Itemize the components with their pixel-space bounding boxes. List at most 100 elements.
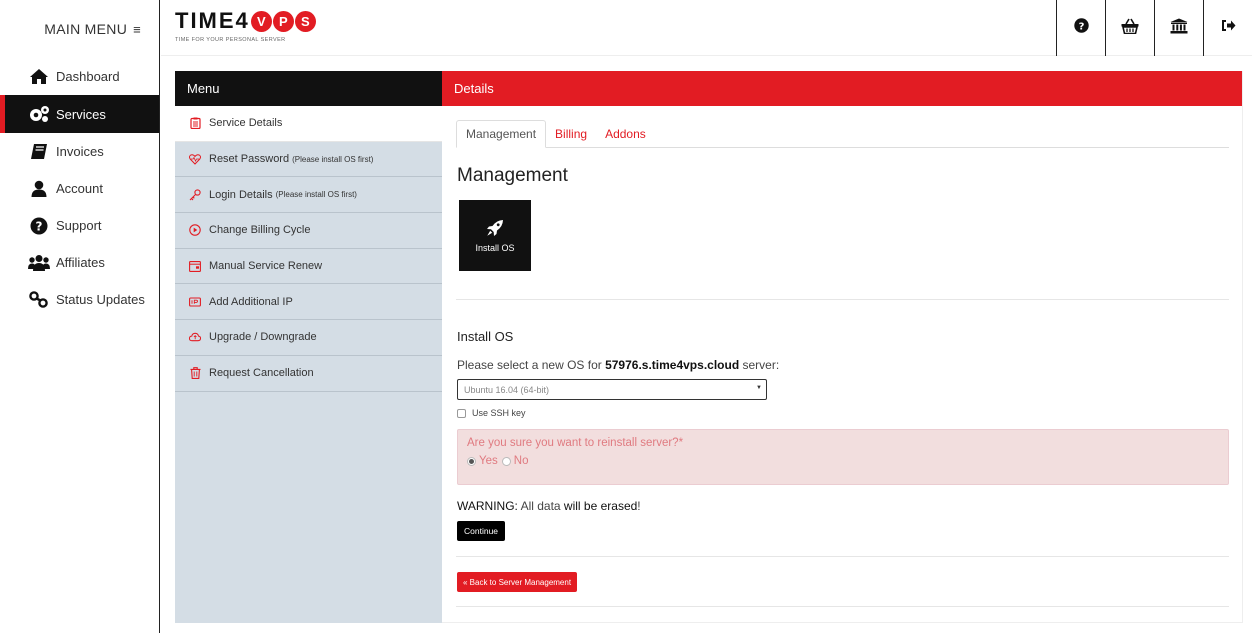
menu-item-change-billing-cycle[interactable]: Change Billing Cycle <box>175 213 442 249</box>
main-sidebar: MAIN MENU ≡ Dashboard Services Invoices … <box>0 0 160 633</box>
tab-management[interactable]: Management <box>456 120 547 148</box>
menu-item-label: Request Cancellation <box>209 367 314 380</box>
cycle-icon <box>189 224 201 237</box>
svg-text:?: ? <box>1078 22 1084 33</box>
billing-button[interactable] <box>1154 0 1203 56</box>
sidebar-item-label: Services <box>56 106 106 122</box>
ssh-key-option: Use SSH key <box>457 408 526 418</box>
trash-icon <box>189 367 201 380</box>
sidebar-item-account[interactable]: Account <box>0 170 159 207</box>
key-icon <box>189 189 201 201</box>
hamburger-icon: ≡ <box>133 21 141 37</box>
sidebar-item-dashboard[interactable]: Dashboard <box>0 58 159 95</box>
logo-letter-p: P <box>272 10 294 32</box>
service-menu-title: Menu <box>175 71 442 106</box>
yes-radio[interactable] <box>467 456 476 466</box>
help-button[interactable]: ? <box>1056 0 1105 56</box>
menu-item-label: Manual Service Renew <box>209 260 323 273</box>
top-header: TIME4 V P S TIME FOR YOUR PERSONAL SERVE… <box>161 0 1252 56</box>
logout-button[interactable] <box>1203 0 1252 56</box>
time4vps-logo[interactable]: TIME4 V P S TIME FOR YOUR PERSONAL SERVE… <box>175 8 316 43</box>
menu-item-label: Add Additional IP <box>209 295 293 308</box>
os-select[interactable]: Ubuntu 16.04 (64-bit) ▼ <box>457 379 767 400</box>
menu-item-note: (Please install OS first) <box>275 190 357 200</box>
service-menu-panel: Menu Service Details Reset Password (Ple… <box>175 71 442 623</box>
logo-tagline: TIME FOR YOUR PERSONAL SERVER <box>175 37 286 43</box>
warning-middle: All data <box>517 499 564 513</box>
confirm-radios: Yes No <box>467 455 1219 467</box>
user-icon <box>28 180 50 198</box>
back-to-server-management-button[interactable]: « Back to Server Management <box>457 572 578 592</box>
gears-icon <box>28 105 50 123</box>
menu-item-login-details[interactable]: Login Details (Please install OS first) <box>175 177 442 214</box>
os-select-value: Ubuntu 16.04 (64-bit) <box>464 384 550 395</box>
header-actions: ? <box>1056 0 1252 56</box>
install-os-button[interactable]: Install OS <box>459 200 531 271</box>
no-radio[interactable] <box>501 456 511 466</box>
warning-suffix: ! <box>637 499 641 513</box>
install-os-section-title: Install OS <box>457 329 514 344</box>
menu-item-label: Change Billing Cycle <box>209 224 311 237</box>
sidebar-item-label: Affiliates <box>56 255 105 270</box>
menu-item-reset-password[interactable]: Reset Password (Please install OS first) <box>175 142 442 178</box>
sidebar-item-label: Status Updates <box>56 292 145 307</box>
sidebar-item-support[interactable]: ? Support <box>0 207 159 244</box>
details-title: Details <box>442 71 1242 106</box>
heart-pulse-icon <box>189 153 201 165</box>
bank-icon <box>1170 18 1188 39</box>
svg-text:?: ? <box>36 219 43 233</box>
sidebar-item-status-updates[interactable]: Status Updates <box>0 281 159 318</box>
sidebar-item-invoices[interactable]: Invoices <box>0 133 159 170</box>
sidebar-item-label: Invoices <box>56 144 104 159</box>
sidebar-item-affiliates[interactable]: Affiliates <box>0 244 159 281</box>
main-menu-label: MAIN MENU <box>44 21 128 37</box>
menu-item-label: Service Details <box>209 117 283 130</box>
tab-billing[interactable]: Billing <box>546 120 596 148</box>
menu-item-service-details[interactable]: Service Details <box>175 106 442 142</box>
divider <box>456 556 1229 557</box>
sidebar-nav: Dashboard Services Invoices Account ? Su… <box>0 58 159 318</box>
ssh-key-checkbox[interactable] <box>457 408 466 418</box>
os-prompt-prefix: Please select a new OS for <box>457 358 606 372</box>
no-label: No <box>513 455 529 467</box>
key-icon <box>28 290 50 309</box>
logo-letter-v: V <box>250 10 272 32</box>
continue-button[interactable]: Continue <box>457 521 506 541</box>
reinstall-confirm-box: Are you sure you want to reinstall serve… <box>457 429 1229 485</box>
tab-addons[interactable]: Addons <box>596 120 655 148</box>
details-panel: Details Management Billing Addons Manage… <box>442 71 1243 623</box>
users-icon <box>28 254 50 272</box>
menu-item-add-additional-ip[interactable]: Add Additional IP <box>175 284 442 321</box>
install-os-label: Install OS <box>475 242 515 253</box>
server-name: 57976.s.time4vps.cloud <box>605 358 740 372</box>
warning-bold: will be erased <box>563 499 638 513</box>
ssh-key-label: Use SSH key <box>472 408 526 418</box>
sidebar-item-label: Account <box>56 181 103 196</box>
main-menu-toggle[interactable]: MAIN MENU ≡ <box>0 0 159 58</box>
menu-item-note: (Please install OS first) <box>292 154 374 164</box>
confirm-question: Are you sure you want to reinstall serve… <box>467 437 684 449</box>
logo-wordmark: TIME4 V P S <box>175 8 316 34</box>
sidebar-item-label: Dashboard <box>56 69 120 84</box>
help-icon: ? <box>1073 18 1089 38</box>
warning-prefix: WARNING: <box>457 499 518 513</box>
menu-item-label: Upgrade / Downgrade <box>209 331 317 344</box>
logout-icon <box>1221 19 1236 37</box>
wallet-icon <box>189 260 201 272</box>
menu-item-label: Reset Password <box>209 153 290 166</box>
cart-button[interactable] <box>1105 0 1154 56</box>
app: MAIN MENU ≡ Dashboard Services Invoices … <box>0 0 1252 633</box>
ip-icon <box>189 296 201 308</box>
logo-letter-s: S <box>294 10 316 32</box>
menu-item-manual-service-renew[interactable]: Manual Service Renew <box>175 249 442 285</box>
os-prompt-suffix: server: <box>739 358 780 372</box>
divider <box>456 606 1229 607</box>
dropdown-arrow-icon: ▼ <box>756 385 762 391</box>
details-tabs: Management Billing Addons <box>456 120 1229 148</box>
menu-item-request-cancellation[interactable]: Request Cancellation <box>175 356 442 392</box>
logo-text: TIME4 <box>175 8 250 33</box>
menu-item-upgrade-downgrade[interactable]: Upgrade / Downgrade <box>175 320 442 356</box>
clipboard-icon <box>189 117 201 130</box>
sidebar-item-services[interactable]: Services <box>0 95 159 133</box>
cloud-icon <box>189 331 201 343</box>
